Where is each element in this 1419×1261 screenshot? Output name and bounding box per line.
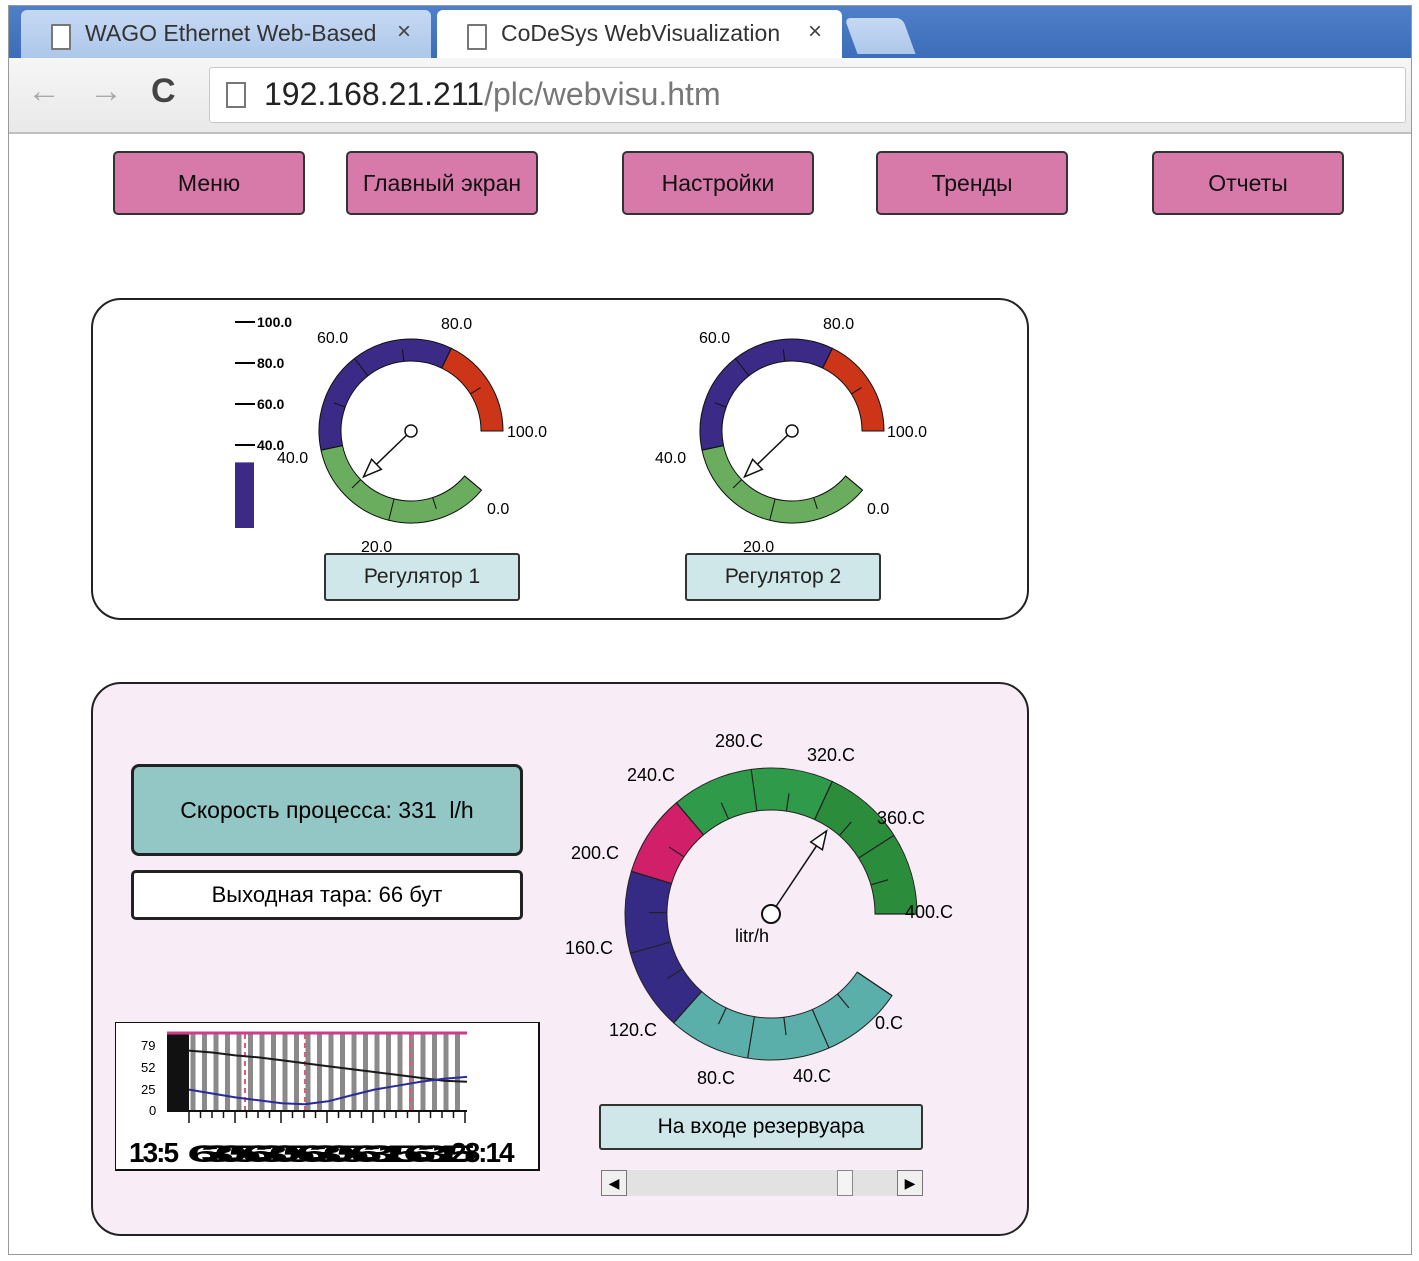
tab-codesys[interactable]: CoDeSys WebVisualization × (437, 10, 842, 58)
scroll-thumb[interactable] (836, 1170, 853, 1196)
flow-label-160: 160.C (565, 938, 613, 958)
flow-label-360: 360.C (877, 808, 925, 828)
tab-wago[interactable]: WAGO Ethernet Web-Based × (21, 10, 431, 58)
gauge-band-0 (701, 444, 864, 524)
trend-black-bar (167, 1034, 189, 1111)
reports-button[interactable]: Отчеты (1152, 151, 1344, 215)
flow-label-400: 400.C (905, 902, 953, 922)
process-speed-display: Скорость процесса: 331 l/h (131, 764, 523, 856)
close-icon[interactable]: × (397, 18, 411, 46)
gauge-pivot (404, 424, 418, 438)
flow-unit-label: litr/h (735, 926, 769, 946)
trend-xlabel-overlap: 63056305630563156315 (187, 1141, 476, 1168)
flow-band-4 (813, 780, 918, 915)
regulator-2-button[interactable]: Регулятор 2 (685, 553, 881, 601)
browser-toolbar: ← → C 192.168.21.211/plc/webvisu.htm (9, 58, 1411, 134)
flow-label-280: 280.C (715, 731, 763, 751)
flow-needle (770, 845, 818, 915)
gauge-dial (699, 338, 885, 524)
tab-title: CoDeSys WebVisualization (501, 20, 781, 46)
gauge-label-60: 60.0 (699, 330, 730, 347)
output-containers-display: Выходная тара: 66 бут (131, 870, 523, 920)
regulator-1-gauge: 60.0 80.0 100.0 40.0 0.0 20.0 (277, 316, 547, 556)
trend-ytick-52: 52 (141, 1060, 155, 1075)
main-screen-button[interactable]: Главный экран (346, 151, 538, 215)
close-icon[interactable]: × (808, 18, 822, 46)
flow-needle-head (809, 829, 828, 851)
url-path: /plc/webvisu.htm (484, 76, 721, 112)
flow-label-120: 120.C (609, 1020, 657, 1040)
flow-gauge-dial (624, 767, 918, 1061)
gauge-band-1 (318, 338, 452, 451)
page-icon (226, 82, 246, 108)
forward-icon[interactable]: → (89, 72, 123, 111)
trend-chart: 79 52 25 0 13:5 63056305630563156315 28:… (115, 1022, 540, 1171)
trends-button[interactable]: Тренды (876, 151, 1068, 215)
regulator-2-gauge: 60.0 80.0 100.0 40.0 0.0 20.0 (655, 316, 927, 556)
flow-band-3 (675, 767, 833, 836)
trend-xlabel-start: 13:5 (129, 1137, 178, 1168)
regulator-1-button[interactable]: Регулятор 1 (324, 553, 520, 601)
tab-title: WAGO Ethernet Web-Based (85, 20, 375, 46)
gauge-band-2 (822, 347, 885, 432)
flow-band-0 (672, 971, 893, 1061)
menu-button[interactable]: Меню (113, 151, 305, 215)
browser-window: WAGO Ethernet Web-Based × CoDeSys WebVis… (8, 5, 1412, 1255)
gauge-label-80: 80.0 (441, 316, 472, 333)
gauge-label-100: 100.0 (887, 424, 927, 441)
url-text: 192.168.21.211/plc/webvisu.htm (264, 76, 721, 113)
trend-ytick-25: 25 (141, 1082, 155, 1097)
gauge-needle (375, 430, 412, 465)
document-icon (467, 24, 487, 50)
flow-label-40: 40.C (793, 1066, 831, 1086)
address-bar[interactable]: 192.168.21.211/plc/webvisu.htm (209, 67, 1406, 123)
gauge-band-2 (441, 347, 504, 432)
gauge-label-0: 0.0 (867, 501, 889, 518)
scroll-left-icon[interactable]: ◀ (601, 1170, 627, 1196)
gauge-dial (318, 338, 504, 524)
trend-ytick-79: 79 (141, 1038, 155, 1053)
gauge-needle (756, 430, 793, 465)
gauge-label-100: 100.0 (507, 424, 547, 441)
gauge-band-0 (320, 444, 483, 524)
settings-button[interactable]: Настройки (622, 151, 814, 215)
trend-ytick-0: 0 (149, 1103, 156, 1118)
reservoir-inlet-label[interactable]: На входе резервуара (599, 1104, 923, 1150)
webvisu-content: Меню Главный экран Настройки Тренды Отче… (9, 134, 1411, 1254)
tab-bar: WAGO Ethernet Web-Based × CoDeSys WebVis… (9, 6, 1411, 58)
gauge-label-40: 40.0 (277, 450, 308, 467)
gauge-pivot (785, 424, 799, 438)
flow-label-80: 80.C (697, 1068, 735, 1088)
new-tab-button[interactable] (844, 18, 916, 54)
scroll-right-icon[interactable]: ▶ (897, 1170, 923, 1196)
flow-label-0: 0.C (875, 1013, 903, 1033)
trend-xlabel-end: 28:14 (451, 1137, 515, 1168)
flow-label-320: 320.C (807, 745, 855, 765)
value-scrollbar[interactable]: ◀ ▶ (601, 1170, 923, 1196)
back-icon[interactable]: ← (27, 72, 61, 111)
flow-gauge: 280.C 320.C 240.C 360.C 200.C 400.C litr… (565, 731, 953, 1088)
flow-label-240: 240.C (627, 765, 675, 785)
url-host: 192.168.21.211 (264, 76, 485, 112)
bar-meter-fill (235, 462, 254, 528)
document-icon (51, 24, 71, 50)
flow-pivot (761, 904, 781, 924)
flow-label-200: 200.C (571, 843, 619, 863)
gauge-band-1 (699, 338, 833, 451)
gauge-label-60: 60.0 (317, 330, 348, 347)
gauge-label-40: 40.0 (655, 450, 686, 467)
reload-icon[interactable]: C (151, 72, 176, 111)
flow-band-1 (624, 870, 703, 1024)
gauge-label-0: 0.0 (487, 501, 509, 518)
gauge-label-80: 80.0 (823, 316, 854, 333)
